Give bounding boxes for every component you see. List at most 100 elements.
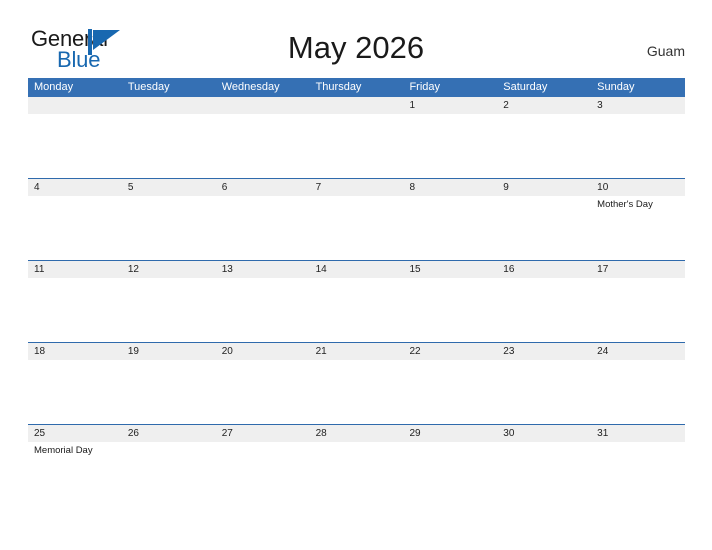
week-event-band bbox=[28, 360, 685, 424]
day-cell-6[interactable]: 6 bbox=[216, 179, 310, 196]
weekday-header-tuesday: Tuesday bbox=[127, 81, 170, 93]
day-cell-19[interactable]: 19 bbox=[122, 343, 216, 360]
event-cell-4 bbox=[28, 196, 122, 260]
day-number: 29 bbox=[409, 428, 421, 439]
week-date-band: 18 19 20 21 22 23 24 bbox=[28, 343, 685, 360]
day-number: 21 bbox=[315, 346, 327, 357]
day-number: 28 bbox=[315, 428, 327, 439]
event-cell-7 bbox=[310, 196, 404, 260]
event-cell-24 bbox=[591, 360, 685, 424]
event-cell-21 bbox=[310, 360, 404, 424]
day-cell-empty bbox=[122, 97, 216, 114]
day-cell-2[interactable]: 2 bbox=[497, 97, 591, 114]
event-cell-8 bbox=[403, 196, 497, 260]
weekday-header-friday: Friday bbox=[409, 81, 440, 93]
day-cell-3[interactable]: 3 bbox=[591, 97, 685, 114]
event-cell-23 bbox=[497, 360, 591, 424]
event-cell-19 bbox=[122, 360, 216, 424]
day-cell-5[interactable]: 5 bbox=[122, 179, 216, 196]
day-cell-12[interactable]: 12 bbox=[122, 261, 216, 278]
day-number: 17 bbox=[597, 264, 609, 275]
day-number: 12 bbox=[127, 264, 139, 275]
day-cell-empty bbox=[310, 97, 404, 114]
day-cell-25[interactable]: 25 bbox=[28, 425, 122, 442]
day-cell-15[interactable]: 15 bbox=[403, 261, 497, 278]
event-cell-13 bbox=[216, 278, 310, 342]
calendar-week-row: 4 5 6 7 8 9 10 Mother's Day bbox=[28, 178, 685, 260]
day-cell-31[interactable]: 31 bbox=[591, 425, 685, 442]
day-cell-17[interactable]: 17 bbox=[591, 261, 685, 278]
day-cell-1[interactable]: 1 bbox=[403, 97, 497, 114]
event-cell-22 bbox=[403, 360, 497, 424]
day-cell-7[interactable]: 7 bbox=[310, 179, 404, 196]
day-number: 25 bbox=[34, 428, 46, 439]
week-date-band: 4 5 6 7 8 9 10 bbox=[28, 179, 685, 196]
day-number: 18 bbox=[34, 346, 46, 357]
day-cell-27[interactable]: 27 bbox=[216, 425, 310, 442]
event-cell-6 bbox=[216, 196, 310, 260]
event-cell-10[interactable]: Mother's Day bbox=[591, 196, 685, 260]
day-number: 20 bbox=[221, 346, 233, 357]
event-cell-empty bbox=[122, 114, 216, 178]
calendar-week-row: 25 26 27 28 29 30 31 Memorial Day bbox=[28, 424, 685, 506]
day-cell-20[interactable]: 20 bbox=[216, 343, 310, 360]
day-cell-14[interactable]: 14 bbox=[310, 261, 404, 278]
event-cell-9 bbox=[497, 196, 591, 260]
day-number: 16 bbox=[503, 264, 515, 275]
event-cell-14 bbox=[310, 278, 404, 342]
day-cell-28[interactable]: 28 bbox=[310, 425, 404, 442]
event-cell-25[interactable]: Memorial Day bbox=[28, 442, 122, 506]
day-number: 24 bbox=[597, 346, 609, 357]
calendar-week-row: 1 2 3 bbox=[28, 97, 685, 178]
day-number: 27 bbox=[221, 428, 233, 439]
day-cell-26[interactable]: 26 bbox=[122, 425, 216, 442]
day-cell-11[interactable]: 11 bbox=[28, 261, 122, 278]
day-number: 2 bbox=[503, 100, 509, 111]
event-cell-empty bbox=[310, 114, 404, 178]
week-date-band: 11 12 13 14 15 16 17 bbox=[28, 261, 685, 278]
week-date-band: 25 26 27 28 29 30 31 bbox=[28, 425, 685, 442]
day-number: 9 bbox=[503, 182, 509, 193]
event-cell-29 bbox=[403, 442, 497, 506]
day-cell-16[interactable]: 16 bbox=[497, 261, 591, 278]
day-number: 3 bbox=[597, 100, 603, 111]
event-cell-empty bbox=[216, 114, 310, 178]
event-cell-2 bbox=[497, 114, 591, 178]
day-cell-13[interactable]: 13 bbox=[216, 261, 310, 278]
day-cell-9[interactable]: 9 bbox=[497, 179, 591, 196]
day-number: 1 bbox=[409, 100, 415, 111]
day-cell-23[interactable]: 23 bbox=[497, 343, 591, 360]
event-cell-30 bbox=[497, 442, 591, 506]
page-header: General Blue May 2026 Guam bbox=[0, 0, 712, 78]
day-number: 6 bbox=[221, 182, 228, 193]
day-cell-18[interactable]: 18 bbox=[28, 343, 122, 360]
day-number: 11 bbox=[34, 264, 45, 275]
day-cell-4[interactable]: 4 bbox=[28, 179, 122, 196]
day-number: 30 bbox=[503, 428, 515, 439]
day-cell-29[interactable]: 29 bbox=[403, 425, 497, 442]
week-event-band: Mother's Day bbox=[28, 196, 685, 260]
day-number: 5 bbox=[127, 182, 134, 193]
region-label: Guam bbox=[646, 43, 685, 59]
event-cell-12 bbox=[122, 278, 216, 342]
day-cell-8[interactable]: 8 bbox=[403, 179, 497, 196]
day-cell-21[interactable]: 21 bbox=[310, 343, 404, 360]
page-title: May 2026 bbox=[287, 30, 425, 65]
event-cell-1 bbox=[403, 114, 497, 178]
day-cell-22[interactable]: 22 bbox=[403, 343, 497, 360]
day-cell-empty bbox=[28, 97, 122, 114]
day-number: 4 bbox=[34, 182, 40, 193]
day-number: 26 bbox=[127, 428, 139, 439]
weekday-header-saturday: Saturday bbox=[503, 81, 548, 93]
day-cell-10[interactable]: 10 bbox=[591, 179, 685, 196]
calendar-week-row: 18 19 20 21 22 23 24 bbox=[28, 342, 685, 424]
day-number: 7 bbox=[315, 182, 322, 193]
day-cell-empty bbox=[216, 97, 310, 114]
day-cell-24[interactable]: 24 bbox=[591, 343, 685, 360]
day-number: 31 bbox=[597, 428, 609, 439]
day-number: 8 bbox=[409, 182, 415, 193]
event-cell-11 bbox=[28, 278, 122, 342]
day-number: 15 bbox=[409, 264, 421, 275]
day-cell-30[interactable]: 30 bbox=[497, 425, 591, 442]
calendar-grid: Monday Tuesday Wednesday Thursday Friday Satu… bbox=[28, 78, 685, 506]
